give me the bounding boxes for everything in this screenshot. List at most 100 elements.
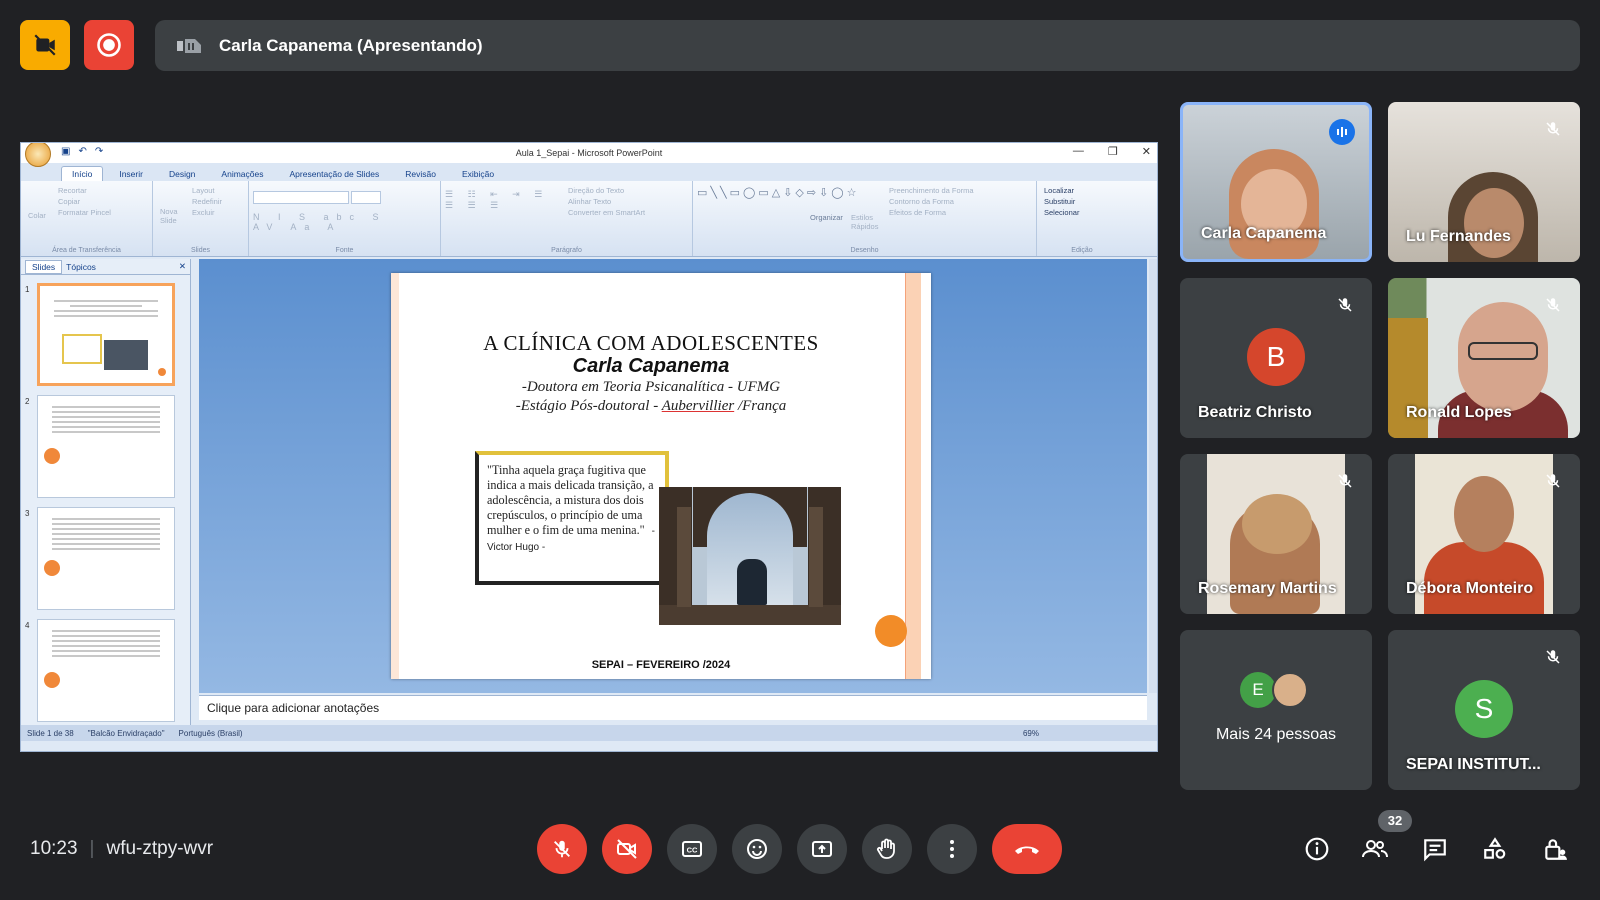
replace-button[interactable]: Substituir (1041, 196, 1082, 207)
undo-icon[interactable]: ↶ (78, 146, 86, 157)
slide-title: A CLÍNICA COM ADOLESCENTES (483, 331, 819, 355)
office-button[interactable] (25, 143, 51, 167)
copy-button[interactable]: Copiar (55, 196, 114, 207)
ribbon-group-drawing: ▭╲╲▭◯▭△⇩◇⇨⇩◯☆ Organizar Estilos Rápidos … (693, 181, 1037, 256)
muted-mic-icon (1540, 468, 1566, 494)
notes-field[interactable]: Clique para adicionar anotações (199, 695, 1147, 720)
delete-button[interactable]: Excluir (189, 207, 225, 218)
reactions-button[interactable] (732, 824, 782, 874)
more-participants-tile[interactable]: E Mais 24 pessoas (1180, 630, 1372, 790)
slide-thumbnail[interactable] (37, 507, 175, 610)
font-format-buttons[interactable]: N I S abc S AV Aa A (253, 212, 423, 232)
window-titlebar: ▣ ↶ ↷ Aula 1_Sepai - Microsoft PowerPoint … (21, 143, 1157, 167)
participant-tile[interactable]: Ronald Lopes (1388, 278, 1580, 438)
present-screen-button[interactable] (797, 824, 847, 874)
participant-tile[interactable]: S SEPAI INSTITUT... (1388, 630, 1580, 790)
align-text-button[interactable]: Alinhar Texto (565, 196, 648, 207)
smartart-button[interactable]: Converter em SmartArt (565, 207, 648, 218)
participant-tile[interactable]: Carla Capanema (1180, 102, 1372, 262)
shape-fill-button[interactable]: Preenchimento da Forma (886, 185, 977, 196)
layout-button[interactable]: Layout (189, 185, 225, 196)
arrange-button[interactable]: Organizar (807, 185, 846, 232)
captions-button[interactable]: CC (667, 824, 717, 874)
redo-icon[interactable]: ↷ (95, 146, 103, 157)
close-icon[interactable]: ✕ (1142, 145, 1151, 158)
format-painter-button[interactable]: Formatar Pincel (55, 207, 114, 218)
slide-thumbnail[interactable] (37, 395, 175, 498)
participant-name: SEPAI INSTITUT... (1406, 756, 1541, 773)
leave-call-button[interactable] (992, 824, 1062, 874)
meeting-details-button[interactable] (1300, 832, 1334, 866)
tab-inserir[interactable]: Inserir (109, 167, 153, 181)
participant-tile[interactable]: B Beatriz Christo (1180, 278, 1372, 438)
participant-tile[interactable]: Débora Monteiro (1388, 454, 1580, 614)
tab-topicos[interactable]: Tópicos (66, 262, 96, 272)
minimize-icon[interactable]: — (1073, 145, 1084, 158)
recording-status-button[interactable] (20, 20, 70, 70)
participant-tile[interactable]: Rosemary Martins (1180, 454, 1372, 614)
vertical-scrollbar[interactable] (1149, 259, 1157, 693)
new-slide-button[interactable]: Nova Slide (157, 185, 187, 225)
record-button[interactable] (84, 20, 134, 70)
text-direction-button[interactable]: Direção do Texto (565, 185, 648, 196)
avatar: B (1247, 328, 1305, 386)
participant-name: Rosemary Martins (1198, 580, 1337, 597)
chat-button[interactable] (1418, 832, 1452, 866)
people-button[interactable] (1358, 832, 1392, 866)
slide-footer: SEPAI – FEVEREIRO /2024 (591, 659, 731, 671)
status-bar: Slide 1 de 38 "Balcão Envidraçado" Portu… (21, 725, 1157, 741)
font-size-combo[interactable] (351, 191, 381, 204)
slide-editing-area: A CLÍNICA COM ADOLESCENTES Carla Capanem… (199, 259, 1147, 693)
tab-design[interactable]: Design (159, 167, 205, 181)
slide-thumbnail[interactable] (37, 619, 175, 722)
close-panel-icon[interactable]: ✕ (179, 261, 190, 272)
tab-apresentacao[interactable]: Apresentação de Slides (279, 167, 389, 181)
more-options-button[interactable] (927, 824, 977, 874)
captions-icon: CC (682, 841, 702, 857)
raise-hand-button[interactable] (862, 824, 912, 874)
participant-name: Lu Fernandes (1406, 228, 1511, 245)
host-controls-button[interactable] (1538, 832, 1572, 866)
ribbon-tabs: Início Inserir Design Animações Apresent… (21, 163, 1157, 181)
lock-person-icon (1545, 839, 1567, 860)
presenter-label: Carla Capanema (Apresentando) (219, 35, 483, 55)
slide-thumbnail[interactable] (37, 283, 175, 386)
speaking-indicator-icon (1329, 119, 1355, 145)
find-button[interactable]: Localizar (1041, 185, 1082, 196)
restore-icon[interactable]: ❐ (1108, 145, 1118, 158)
camera-toggle-button[interactable] (602, 824, 652, 874)
camera-off-icon (617, 839, 637, 859)
font-name-combo[interactable] (253, 191, 349, 204)
zoom-level[interactable]: 69% (1023, 729, 1039, 738)
reset-button[interactable]: Redefinir (189, 196, 225, 207)
quick-access-toolbar[interactable]: ▣ ↶ ↷ (61, 146, 103, 157)
shape-outline-button[interactable]: Contorno da Forma (886, 196, 977, 207)
presenter-bar[interactable]: Carla Capanema (Apresentando) (155, 20, 1580, 71)
select-button[interactable]: Selecionar (1041, 207, 1082, 218)
participant-name: Ronald Lopes (1406, 404, 1512, 421)
shape-effects-button[interactable]: Efeitos de Forma (886, 207, 977, 218)
tab-inicio[interactable]: Início (61, 166, 104, 181)
group-label-clipboard: Área de Transferência (52, 247, 121, 254)
paste-button[interactable]: Colar (25, 185, 53, 225)
group-label-paragraph: Parágrafo (551, 247, 582, 254)
shapes-gallery[interactable]: ▭╲╲▭◯▭△⇩◇⇨⇩◯☆ (697, 185, 856, 231)
tab-revisao[interactable]: Revisão (395, 167, 446, 181)
current-slide[interactable]: A CLÍNICA COM ADOLESCENTES Carla Capanem… (391, 273, 931, 679)
ribbon: Colar Recortar Copiar Formatar Pincel Ár… (21, 181, 1157, 257)
present-hand-icon (177, 38, 201, 53)
save-icon[interactable]: ▣ (61, 146, 70, 157)
tab-animacoes[interactable]: Animações (211, 167, 273, 181)
more-vert-icon (950, 840, 954, 858)
cut-button[interactable]: Recortar (55, 185, 114, 196)
participant-tile[interactable]: Lu Fernandes (1388, 102, 1580, 262)
tab-slides[interactable]: Slides (25, 259, 63, 274)
tab-exibicao[interactable]: Exibição (452, 167, 504, 181)
slide-number: 1 (25, 285, 30, 294)
paragraph-buttons[interactable]: ☰ ☷ ⇤ ⇥ ☰ ☰ ☰ ☰ (445, 189, 563, 218)
activities-button[interactable] (1478, 832, 1512, 866)
slide-count: Slide 1 de 38 (27, 728, 74, 738)
hang-up-icon (1015, 846, 1039, 854)
mic-toggle-button[interactable] (537, 824, 587, 874)
quick-styles-button[interactable]: Estilos Rápidos (848, 185, 884, 232)
